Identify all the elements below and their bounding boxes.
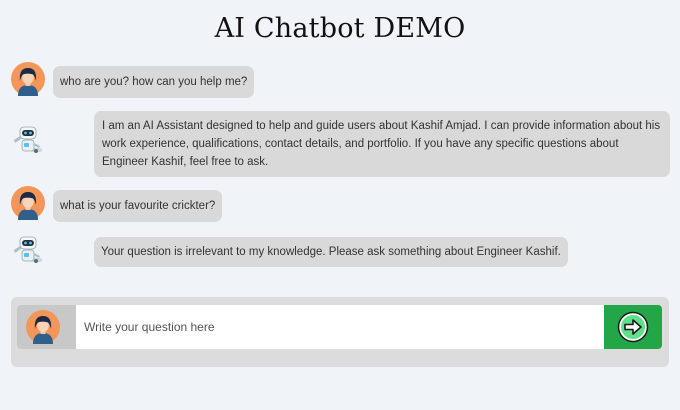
bot-message-bubble: Your question is irrelevant to my knowle… [94, 237, 568, 267]
user-avatar-icon [11, 62, 45, 96]
question-input[interactable] [76, 305, 604, 349]
robot-avatar-icon [11, 124, 45, 158]
user-avatar-icon [11, 186, 45, 220]
user-message-bubble: what is your favourite crickter? [53, 190, 223, 222]
user-avatar-icon [26, 310, 60, 344]
robot-avatar-icon [11, 234, 45, 268]
composer-panel [11, 297, 669, 367]
bot-message-bubble: I am an AI Assistant designed to help an… [94, 111, 670, 177]
user-message-bubble: who are you? how can you help me? [53, 66, 255, 98]
composer-avatar-box [17, 305, 76, 349]
page-title: AI Chatbot DEMO [214, 13, 466, 44]
arrow-right-circle-icon [617, 311, 649, 343]
send-button[interactable] [604, 305, 662, 349]
